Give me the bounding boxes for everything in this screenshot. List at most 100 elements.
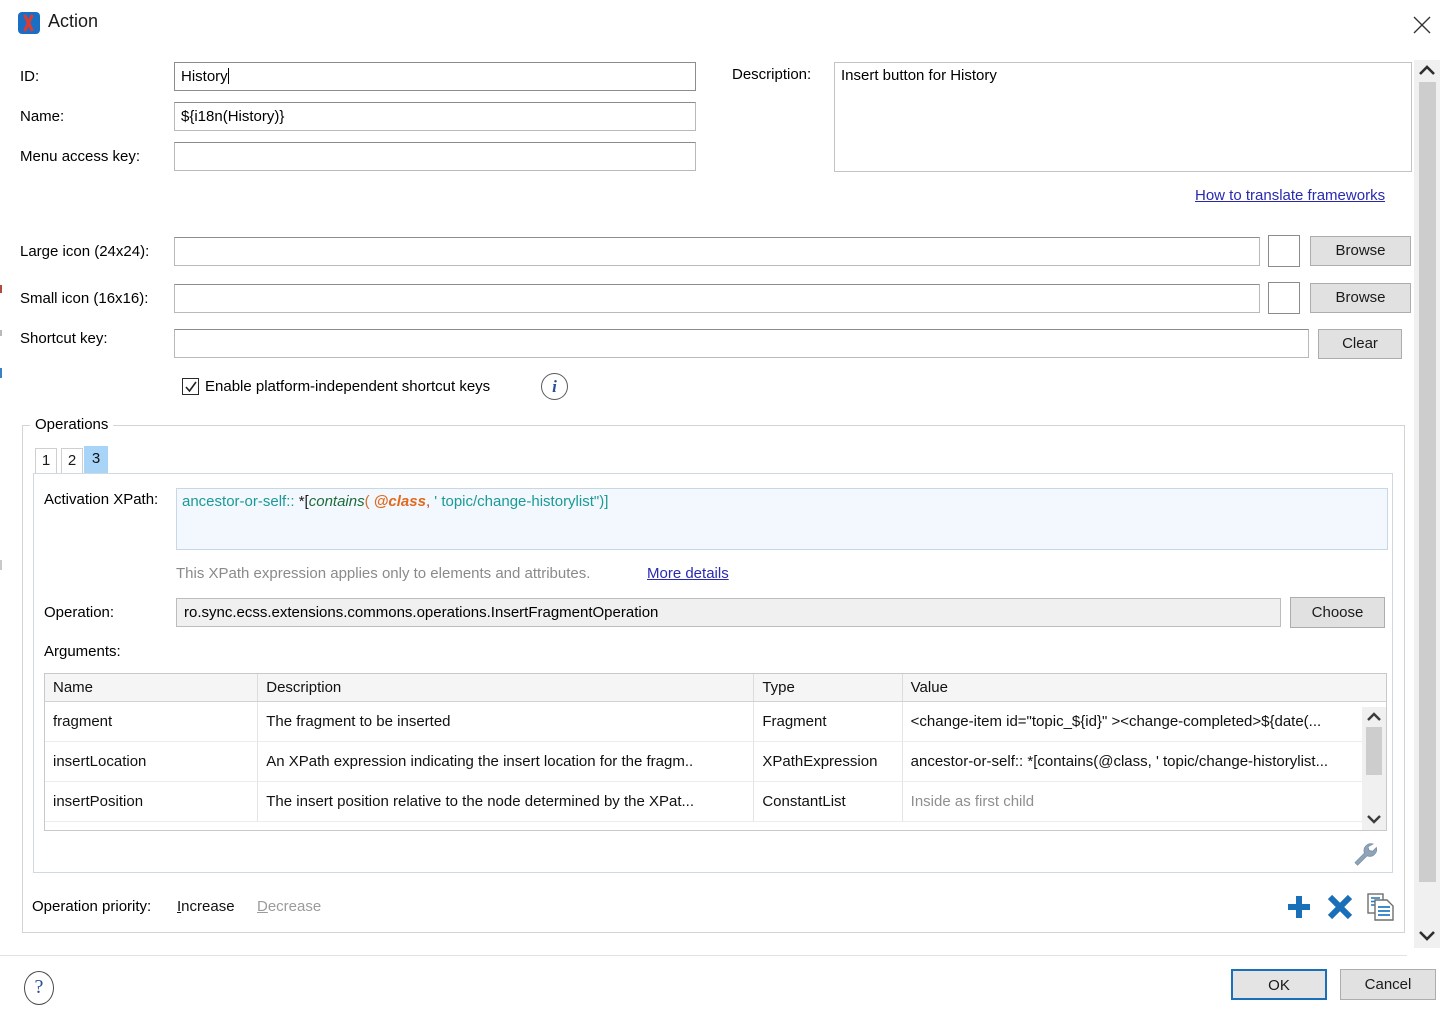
scroll-down-icon[interactable]: [1362, 813, 1386, 826]
small-icon-preview: [1268, 282, 1300, 314]
xpath-token-function: contains: [308, 493, 365, 510]
remove-operation-icon[interactable]: [1326, 893, 1354, 925]
arguments-label: Arguments:: [44, 643, 121, 660]
large-icon-preview: [1268, 235, 1300, 267]
operation-tab-3[interactable]: 3: [84, 446, 108, 474]
id-input[interactable]: History: [174, 62, 696, 91]
cell-name: insertPosition: [45, 781, 259, 822]
shortcut-key-input[interactable]: [174, 329, 1309, 358]
dialog-scrollbar[interactable]: [1414, 60, 1440, 948]
footer-separator: [0, 955, 1407, 956]
small-icon-input[interactable]: [174, 284, 1260, 313]
small-icon-label: Small icon (16x16):: [20, 290, 149, 307]
window-edge-mark: [0, 560, 2, 570]
scroll-up-icon[interactable]: [1414, 65, 1440, 78]
scroll-down-icon[interactable]: [1414, 930, 1440, 943]
window-edge-mark: [0, 285, 2, 293]
name-input-value: ${i18n(History)}: [181, 108, 285, 125]
window-edge-mark: [0, 330, 2, 336]
shortcut-key-clear-button[interactable]: Clear: [1318, 329, 1402, 359]
help-icon[interactable]: ?: [24, 971, 54, 1005]
cell-type: Fragment: [753, 701, 903, 742]
arguments-scrollbar-thumb[interactable]: [1366, 727, 1382, 775]
id-input-value: History: [181, 68, 228, 85]
translate-frameworks-link[interactable]: How to translate frameworks: [1195, 187, 1385, 204]
xpath-token-attribute: @class: [369, 493, 426, 510]
add-operation-icon[interactable]: [1285, 893, 1313, 925]
platform-independent-checkbox[interactable]: [182, 378, 199, 395]
column-header-value[interactable]: Value: [902, 674, 1386, 702]
column-header-name[interactable]: Name: [45, 674, 259, 702]
title-bar: Action: [0, 0, 1456, 47]
menu-access-key-input[interactable]: [174, 142, 696, 171]
name-label: Name:: [20, 108, 65, 125]
column-header-type[interactable]: Type: [753, 674, 903, 702]
cell-type: XPathExpression: [753, 741, 903, 782]
id-label: ID:: [20, 68, 40, 85]
dialog-scrollbar-thumb[interactable]: [1419, 82, 1436, 882]
oxygen-x-icon: [18, 12, 40, 34]
window-edge-mark: [0, 368, 2, 378]
activation-xpath-editor[interactable]: ancestor-or-self:: *[contains( @class, '…: [176, 488, 1388, 550]
menu-access-key-label: Menu access key:: [20, 148, 141, 165]
cell-value[interactable]: ancestor-or-self:: *[contains(@class, ' …: [902, 741, 1386, 782]
platform-independent-label: Enable platform-independent shortcut key…: [205, 378, 491, 395]
activation-xpath-label: Activation XPath:: [44, 491, 159, 508]
operation-label: Operation:: [44, 604, 115, 621]
cell-value[interactable]: <change-item id="topic_${id}" ><change-c…: [902, 701, 1386, 742]
arguments-header-row: Name Description Type Value: [45, 674, 1386, 702]
operation-tab-3-label: 3: [91, 450, 101, 467]
shortcut-key-label: Shortcut key:: [20, 330, 108, 347]
large-icon-browse-button[interactable]: Browse: [1310, 236, 1411, 266]
small-icon-browse-button[interactable]: Browse: [1310, 283, 1411, 313]
cell-name: insertLocation: [45, 741, 259, 782]
close-window-button[interactable]: [1400, 6, 1444, 42]
operation-choose-button[interactable]: Choose: [1290, 597, 1385, 628]
cell-description: The insert position relative to the node…: [257, 781, 755, 822]
arguments-table-element: Name Description Type Value fragment The…: [45, 674, 1386, 822]
close-icon: [1413, 16, 1431, 34]
name-input[interactable]: ${i18n(History)}: [174, 102, 696, 131]
column-header-description[interactable]: Description: [257, 674, 755, 702]
large-icon-input[interactable]: [174, 237, 1260, 266]
description-label: Description:: [732, 66, 812, 83]
increase-rest: ncrease: [181, 898, 235, 915]
operation-tab-2[interactable]: 2: [61, 448, 83, 474]
info-icon[interactable]: i: [541, 373, 568, 400]
operations-group-title: Operations: [30, 416, 114, 433]
table-row[interactable]: insertLocation An XPath expression indic…: [45, 741, 1386, 782]
large-icon-label: Large icon (24x24):: [20, 243, 150, 260]
checkmark-icon: [185, 381, 197, 393]
xpath-hint-text: This XPath expression applies only to el…: [176, 565, 591, 582]
cell-value[interactable]: Inside as first child: [902, 781, 1386, 822]
cell-description: The fragment to be inserted: [257, 701, 755, 742]
xpath-token-string: ' topic/change-historylist")]: [430, 493, 609, 510]
cell-type: ConstantList: [753, 781, 903, 822]
decrease-priority-link: Decrease: [257, 898, 321, 915]
cancel-button[interactable]: Cancel: [1340, 969, 1436, 1000]
operation-tab-2-label: 2: [67, 452, 77, 469]
increase-priority-link[interactable]: Increase: [177, 898, 235, 915]
operation-value-field[interactable]: ro.sync.ecss.extensions.commons.operatio…: [176, 598, 1281, 627]
duplicate-operation-icon[interactable]: [1366, 892, 1396, 926]
decrease-rest: ecrease: [267, 898, 322, 915]
table-row[interactable]: fragment The fragment to be inserted Fra…: [45, 701, 1386, 742]
wrench-icon[interactable]: [1352, 842, 1380, 872]
table-row[interactable]: insertPosition The insert position relat…: [45, 781, 1386, 822]
operation-priority-label: Operation priority:: [32, 898, 152, 915]
cell-description: An XPath expression indicating the inser…: [257, 741, 755, 782]
more-details-link[interactable]: More details: [647, 565, 729, 582]
operation-tab-1-label: 1: [41, 452, 51, 469]
ok-button[interactable]: OK: [1231, 969, 1327, 1000]
arguments-table: Name Description Type Value fragment The…: [44, 673, 1387, 831]
description-value: Insert button for History: [841, 67, 997, 84]
decrease-mnemonic: D: [257, 898, 268, 915]
window-title: Action: [48, 11, 99, 31]
cell-name: fragment: [45, 701, 259, 742]
xpath-token-axis: ancestor-or-self::: [182, 493, 295, 510]
operation-tab-1[interactable]: 1: [35, 448, 57, 474]
xpath-token-plain: *[: [294, 493, 309, 510]
scroll-up-icon[interactable]: [1362, 711, 1386, 724]
arguments-table-scrollbar[interactable]: [1362, 707, 1386, 830]
description-textarea[interactable]: Insert button for History: [834, 62, 1412, 172]
